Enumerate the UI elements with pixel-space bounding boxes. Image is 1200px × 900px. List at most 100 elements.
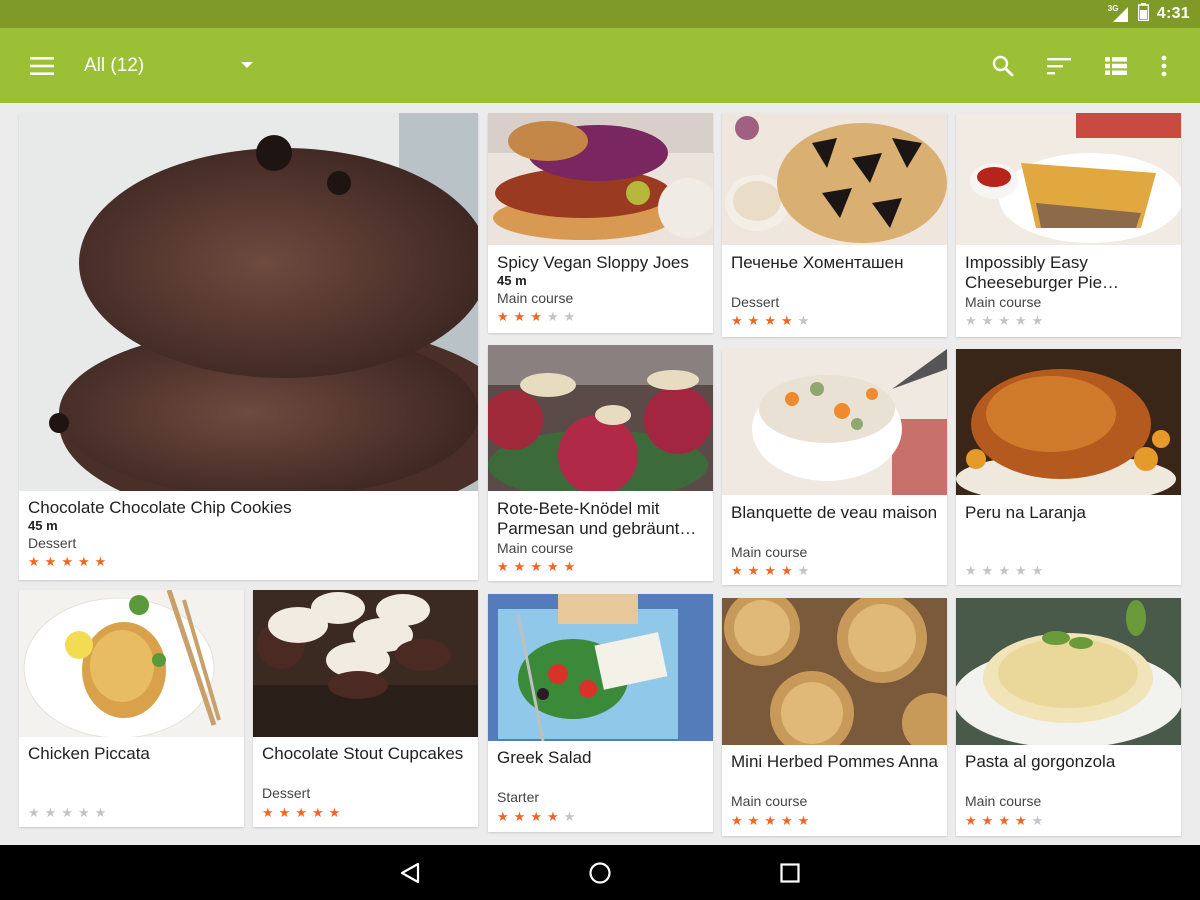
recipe-info: Blanquette de veau maison Main course ★ ★… (731, 503, 939, 583)
star-icon: ★ (278, 805, 291, 820)
star-icon: ★ (530, 809, 542, 824)
star-icon: ★ (981, 813, 994, 828)
category-filter-dropdown[interactable]: All (12) (84, 52, 254, 80)
recipe-card[interactable]: Chicken Piccata ★ ★ ★ ★ ★ (19, 590, 244, 827)
star-icon: ★ (797, 313, 810, 328)
recipe-card[interactable]: Pasta al gorgonzola Main course ★ ★ ★ ★ ★ (956, 598, 1181, 836)
recipe-card[interactable]: Печенье Хоменташен Dessert ★ ★ ★ ★ ★ (722, 113, 947, 337)
rating-stars: ★ ★ ★ ★ ★ (965, 814, 1043, 828)
star-icon: ★ (965, 313, 977, 328)
rating-stars: ★ ★ ★ ★ ★ (497, 560, 575, 574)
star-icon: ★ (546, 809, 559, 824)
star-icon: ★ (1014, 313, 1027, 328)
star-icon: ★ (61, 805, 73, 820)
recipe-info: Greek Salad Starter ★ ★ ★ ★ ★ (497, 748, 705, 830)
recipe-category: Main course (965, 793, 1042, 809)
star-icon: ★ (981, 313, 994, 328)
star-icon: ★ (497, 309, 509, 324)
star-icon: ★ (328, 805, 341, 820)
recipe-category: Dessert (731, 294, 780, 310)
rating-stars: ★ ★ ★ ★ ★ (731, 814, 809, 828)
star-icon: ★ (731, 813, 743, 828)
star-icon: ★ (513, 559, 526, 574)
status-bar: 3G 4:31 (0, 0, 1200, 28)
recipe-card[interactable]: Chocolate Chocolate Chip Cookies 45 m De… (19, 113, 478, 580)
star-icon: ★ (998, 563, 1010, 578)
recipe-card[interactable]: Blanquette de veau maison Main course ★ ★… (722, 349, 947, 585)
star-icon: ★ (965, 813, 977, 828)
search-icon[interactable] (987, 50, 1019, 82)
recipe-photo (722, 113, 947, 245)
recipe-category: Main course (497, 290, 574, 306)
star-icon: ★ (780, 813, 793, 828)
star-icon: ★ (94, 805, 107, 820)
recipe-title: Spicy Vegan Sloppy Joes (497, 253, 689, 272)
recipe-photo (19, 590, 244, 737)
star-icon: ★ (563, 559, 576, 574)
filter-label: All (12) (84, 55, 145, 76)
star-icon: ★ (77, 554, 90, 569)
recipe-photo (956, 598, 1181, 745)
recipe-photo (956, 349, 1181, 495)
hamburger-menu-icon[interactable] (26, 50, 58, 82)
rating-stars: ★ ★ ★ ★ ★ (965, 564, 1043, 578)
recipe-time: 45 m (497, 273, 527, 288)
star-icon: ★ (77, 805, 90, 820)
recents-icon[interactable] (774, 857, 806, 889)
rating-stars: ★ ★ ★ ★ ★ (497, 810, 575, 824)
sort-icon[interactable] (1043, 50, 1075, 82)
recipe-photo (488, 345, 713, 491)
overflow-menu-icon[interactable] (1148, 50, 1180, 82)
star-icon: ★ (1014, 813, 1027, 828)
recipe-card[interactable]: Chocolate Stout Cupcakes Dessert ★ ★ ★ ★ ★ (253, 590, 478, 827)
star-icon: ★ (747, 813, 760, 828)
star-icon: ★ (1031, 563, 1044, 578)
rating-stars: ★ ★ ★ ★ ★ (731, 564, 809, 578)
recipe-card[interactable]: Spicy Vegan Sloppy Joes 45 m Main course… (488, 113, 713, 333)
recipe-photo (253, 590, 478, 737)
recipe-card[interactable]: Peru na Laranja ★ ★ ★ ★ ★ (956, 349, 1181, 585)
star-icon: ★ (44, 554, 57, 569)
star-icon: ★ (262, 805, 274, 820)
status-time: 4:31 (1156, 5, 1190, 22)
recipe-info: Chocolate Chocolate Chip Cookies 45 m De… (28, 498, 470, 578)
star-icon: ★ (530, 559, 542, 574)
star-icon: ★ (731, 563, 743, 578)
recipe-card[interactable]: Impossibly Easy Cheeseburger Pie… Main c… (956, 113, 1181, 337)
home-icon[interactable] (584, 857, 616, 889)
star-icon: ★ (780, 313, 793, 328)
recipe-category: Main course (731, 793, 808, 809)
star-icon: ★ (1031, 313, 1044, 328)
star-icon: ★ (28, 805, 40, 820)
recipe-title: Peru na Laranja (965, 503, 1086, 522)
star-icon: ★ (747, 313, 760, 328)
recipe-category: Main course (497, 540, 574, 556)
recipe-info: Mini Herbed Pommes Anna Main course ★ ★ ★ ★… (731, 752, 939, 834)
star-icon: ★ (513, 809, 526, 824)
list-view-icon[interactable] (1100, 50, 1132, 82)
recipe-title: Blanquette de veau maison (731, 503, 938, 522)
recipe-card[interactable]: Mini Herbed Pommes Anna Main course ★ ★ ★ ★… (722, 598, 947, 836)
star-icon: ★ (764, 313, 776, 328)
star-icon: ★ (998, 313, 1010, 328)
recipe-title: Печенье Хоменташен (731, 253, 904, 272)
star-icon: ★ (747, 563, 760, 578)
star-icon: ★ (780, 563, 793, 578)
recipe-info: Rote-Bete-Knödel mit Parmesan und gebräu… (497, 499, 705, 579)
star-icon: ★ (311, 805, 324, 820)
recipe-card[interactable]: Rote-Bete-Knödel mit Parmesan und gebräu… (488, 345, 713, 581)
star-icon: ★ (28, 554, 40, 569)
app-toolbar: All (12) (0, 28, 1200, 103)
recipe-title: Chicken Piccata (28, 744, 150, 763)
status-indicators: 3G 4:31 (1108, 2, 1190, 24)
star-icon: ★ (981, 563, 994, 578)
recipe-info: Spicy Vegan Sloppy Joes 45 m Main course… (497, 253, 705, 331)
rating-stars: ★ ★ ★ ★ ★ (28, 555, 106, 569)
recipe-card[interactable]: Greek Salad Starter ★ ★ ★ ★ ★ (488, 594, 713, 832)
recipe-category: Main course (731, 544, 808, 560)
recipe-title: Chocolate Stout Cupcakes (262, 744, 464, 763)
star-icon: ★ (764, 813, 776, 828)
back-icon[interactable] (394, 857, 426, 889)
recipe-grid: Chocolate Chocolate Chip Cookies 45 m De… (0, 103, 1200, 845)
star-icon: ★ (546, 309, 559, 324)
